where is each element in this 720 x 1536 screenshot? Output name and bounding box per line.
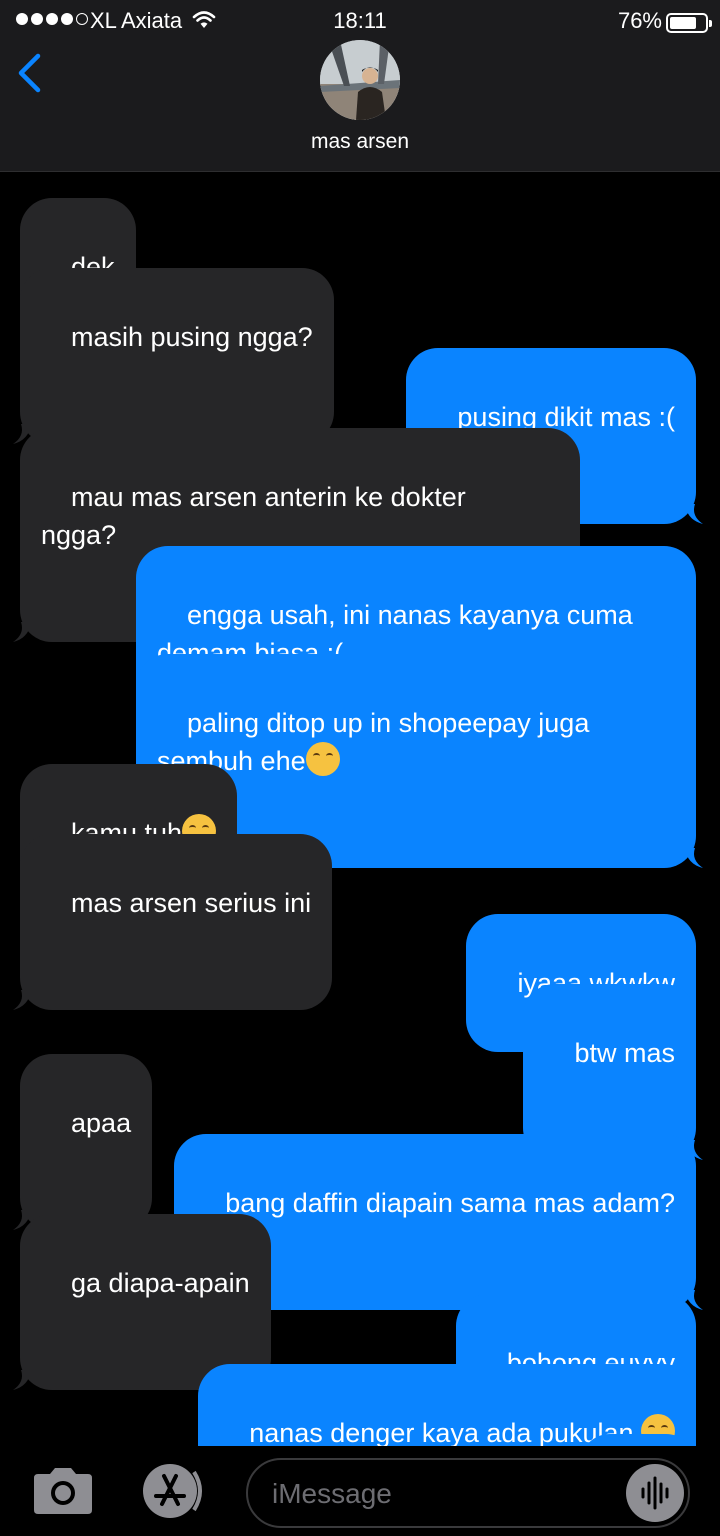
battery-icon	[666, 13, 712, 33]
message-text: ga diapa-apain	[71, 1268, 250, 1298]
camera-icon[interactable]	[30, 1466, 96, 1516]
message-input[interactable]: iMessage	[246, 1458, 690, 1528]
message-text: nanas denger kaya ada pukulan	[249, 1418, 641, 1446]
grinning-face-emoji-icon	[305, 742, 340, 776]
audio-message-button[interactable]	[626, 1464, 684, 1522]
conversation-header: XL Axiata 18:11 76% mas arsen	[0, 0, 720, 172]
status-bar: XL Axiata 18:11 76%	[0, 4, 720, 38]
message-text: apaa	[71, 1108, 132, 1138]
message-bubble-incoming[interactable]: apaa	[13, 1054, 153, 1230]
contact-avatar[interactable]	[320, 40, 400, 120]
battery-percent: 76%	[617, 8, 662, 33]
contact-name[interactable]: mas arsen	[0, 130, 720, 154]
audio-waveform-icon	[641, 1476, 669, 1510]
compose-bar: iMessage	[0, 1446, 720, 1536]
message-input-placeholder: iMessage	[272, 1478, 392, 1509]
message-bubble-outgoing-partial[interactable]	[580, 1434, 696, 1446]
battery-level	[670, 17, 696, 29]
message-bubble-incoming[interactable]: mas arsen serius ini	[13, 834, 333, 1010]
status-time: 18:11	[333, 8, 387, 33]
message-thread: dek masih pusing ngga? pusing dikit mas …	[0, 172, 720, 1446]
message-text: masih pusing ngga?	[71, 322, 313, 352]
message-text: mau mas arsen anterin ke dokter ngga?	[41, 482, 466, 550]
message-text: paling ditop up in shopeepay juga sembuh…	[157, 708, 590, 776]
back-chevron-icon[interactable]	[12, 52, 52, 94]
app-store-icon[interactable]	[134, 1462, 206, 1520]
message-text: mas arsen serius ini	[71, 888, 312, 918]
message-text: btw mas	[574, 1038, 675, 1068]
message-text: bang daffin diapain sama mas adam?	[225, 1188, 675, 1218]
message-bubble-incoming[interactable]: masih pusing ngga?	[13, 268, 334, 444]
